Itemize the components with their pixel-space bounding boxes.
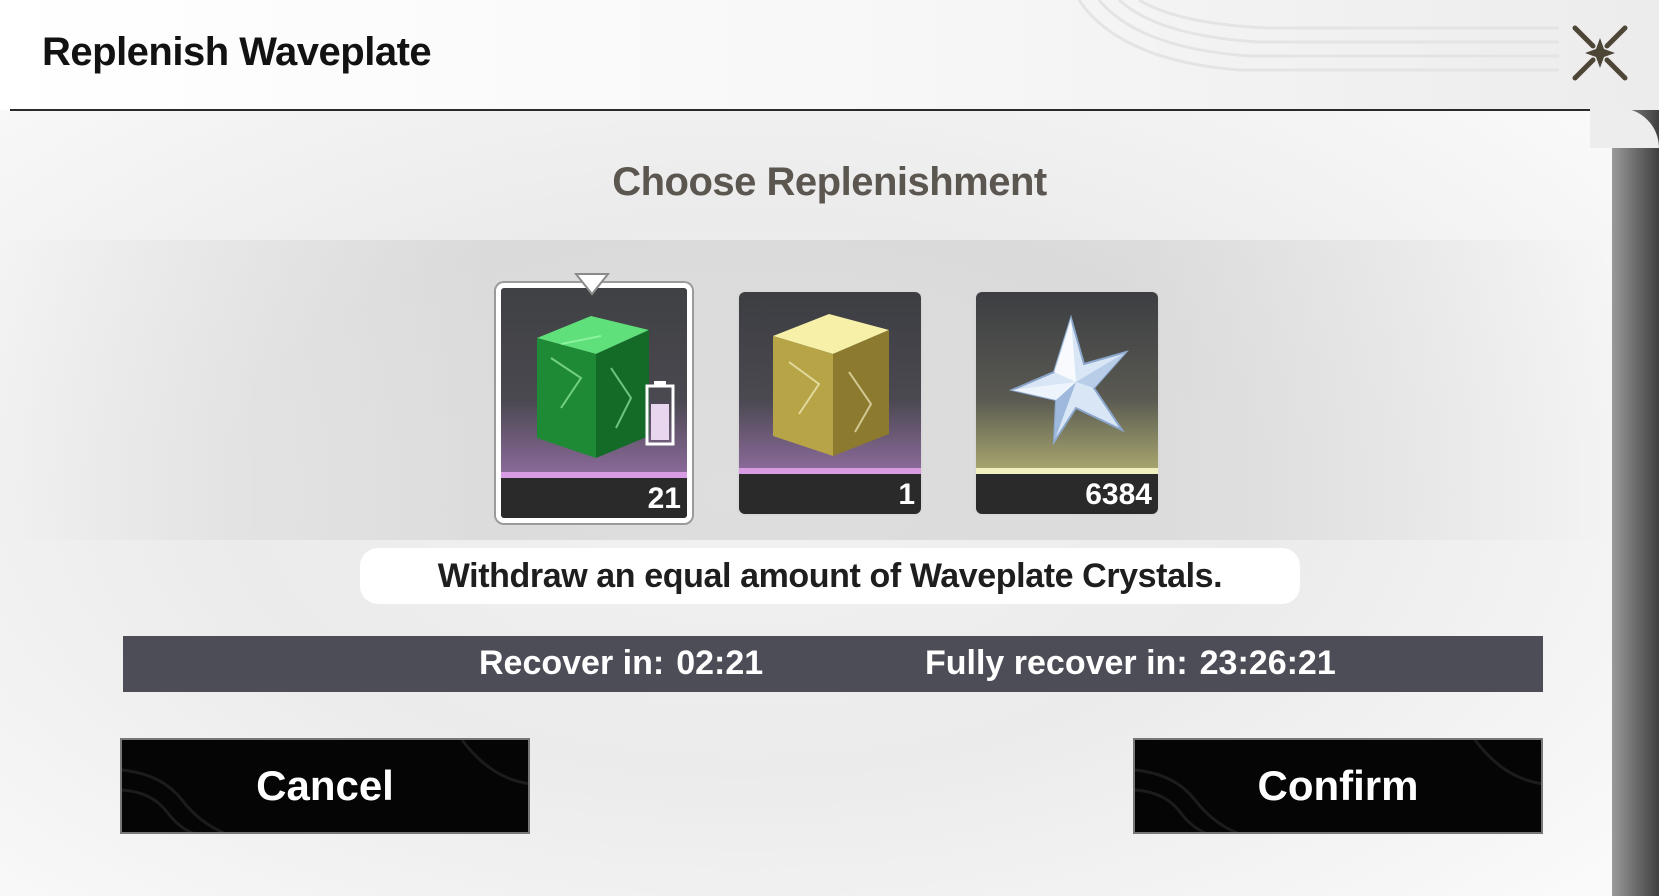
confirm-button[interactable]: Confirm [1133,738,1543,834]
count-bar: 6384 [976,474,1158,514]
item-art [976,292,1158,470]
recovery-timer-bar: Recover in: 02:21 Fully recover in: 23:26:… [123,636,1543,692]
battery-icon [645,381,675,446]
section-subtitle: Choose Replenishment [612,160,1047,204]
item-art [501,288,687,474]
item-count: 21 [647,482,681,515]
cancel-label: Cancel [256,762,394,809]
confirm-label: Confirm [1257,762,1419,809]
item-description: Withdraw an equal amount of Waveplate Cr… [360,548,1300,604]
dialog-title: Replenish Waveplate [42,30,432,74]
count-bar: 21 [501,478,687,518]
full-recover-value: 23:26:21 [1199,644,1336,682]
dialog-right-edge [1612,110,1659,896]
item-art [739,292,921,470]
recover-timer: Recover in: 02:21 [479,644,763,683]
recover-value: 02:21 [676,644,764,682]
item-waveplate-crystal-gold[interactable]: 1 [737,290,923,516]
replenish-dialog: Replenish Waveplate Choose Replenishment [0,0,1659,896]
header-divider [10,109,1610,111]
close-x-icon [1572,25,1628,81]
full-recover-label: Fully recover in: [925,644,1188,682]
dialog-header: Replenish Waveplate [0,0,1659,110]
item-count: 1 [898,478,915,511]
cancel-button[interactable]: Cancel [120,738,530,834]
astrite-star-icon [1008,314,1130,446]
selection-marker-icon [574,273,610,296]
recover-label: Recover in: [479,644,665,682]
close-button[interactable] [1565,18,1635,88]
header-decoration [1077,0,1559,72]
item-waveplate-crystal-green[interactable]: 21 [496,283,692,523]
item-astrite[interactable]: 6384 [974,290,1160,516]
gold-crystal-icon [773,314,889,456]
green-crystal-icon [537,316,675,458]
item-count: 6384 [1085,478,1152,511]
full-recover-timer: Fully recover in: 23:26:21 [925,644,1336,683]
count-bar: 1 [739,474,921,514]
